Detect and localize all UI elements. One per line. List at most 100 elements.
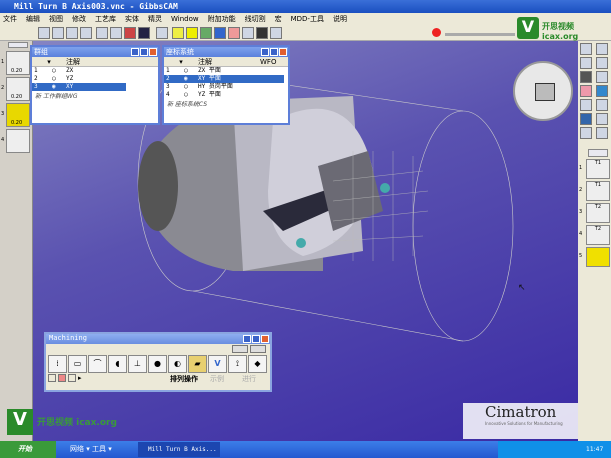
- save-icon[interactable]: [243, 335, 251, 343]
- option2-icon[interactable]: [58, 374, 66, 382]
- solid2-icon[interactable]: [186, 27, 198, 39]
- process-slot-4[interactable]: [6, 129, 30, 153]
- process-slot-1[interactable]: 0.20: [6, 51, 30, 75]
- column-annotation[interactable]: 注解: [66, 57, 80, 66]
- process-slot-3[interactable]: 0.20: [6, 103, 30, 127]
- marker-icon[interactable]: [580, 113, 592, 125]
- tool-path-icon[interactable]: ⊥: [128, 355, 147, 373]
- menu-modify[interactable]: 修改: [72, 13, 86, 25]
- operation-slot-2[interactable]: T1: [586, 181, 610, 201]
- pocket-icon[interactable]: ▰: [188, 355, 207, 373]
- collapse-icon[interactable]: [232, 345, 248, 353]
- cube-shaded-icon[interactable]: [80, 27, 92, 39]
- surface-mill-icon[interactable]: ◐: [168, 355, 187, 373]
- drill-icon[interactable]: ⁞: [48, 355, 67, 373]
- point-icon[interactable]: [96, 27, 108, 39]
- list-item[interactable]: 4 ◯ YZ 平面: [164, 91, 288, 99]
- machine-icon[interactable]: [256, 27, 268, 39]
- pointer-icon[interactable]: [242, 27, 254, 39]
- render-icon[interactable]: [596, 113, 608, 125]
- view-a-icon[interactable]: [52, 27, 64, 39]
- thread-icon[interactable]: ●: [148, 355, 167, 373]
- roughing-icon[interactable]: ⌒: [88, 355, 107, 373]
- v-icon[interactable]: V: [208, 355, 227, 373]
- operation-slot-5[interactable]: [586, 247, 610, 267]
- solid3-icon[interactable]: [200, 27, 212, 39]
- save-icon[interactable]: [131, 48, 139, 56]
- list-item[interactable]: 1 ◯ ZX: [32, 67, 158, 75]
- operation-slot-3[interactable]: T2: [586, 203, 610, 223]
- menu-wizard[interactable]: 精灵: [148, 13, 162, 25]
- close-button[interactable]: [261, 335, 269, 343]
- solid-icon[interactable]: [172, 27, 184, 39]
- cube-icon[interactable]: [596, 99, 608, 111]
- list-item-selected[interactable]: 2 ◉ XY 平面: [164, 75, 284, 83]
- option1-icon[interactable]: [48, 374, 56, 382]
- curve-icon[interactable]: [596, 57, 608, 69]
- quicklaunch-menus[interactable]: 网络 ▾ 工具 ▾: [70, 441, 112, 458]
- list-item[interactable]: 3 ◯ HY 员岗平面: [164, 83, 288, 91]
- start-button[interactable]: 开始: [0, 441, 56, 458]
- new-icon[interactable]: [580, 43, 592, 55]
- minimize-button[interactable]: [270, 48, 278, 56]
- list-item[interactable]: 1 ◯ ZX 平面: [164, 67, 288, 75]
- menu-window[interactable]: Window: [171, 13, 199, 25]
- groups-window[interactable]: 群组 ▾ 注解 1 ◯ ZX 2 ◯ YZ 3 ◉ XY 新 工作群组WG: [30, 45, 160, 125]
- sort-icon[interactable]: ▾: [164, 57, 198, 66]
- close-button[interactable]: [279, 48, 287, 56]
- menu-macro[interactable]: 宏: [275, 13, 282, 25]
- column-annotation[interactable]: 注解: [198, 57, 260, 66]
- operation-slot-1[interactable]: T1: [586, 159, 610, 179]
- menu-solid[interactable]: 实体: [125, 13, 139, 25]
- operation-slot-4[interactable]: T2: [586, 225, 610, 245]
- stop-icon[interactable]: [432, 28, 441, 37]
- list-item-selected[interactable]: 3 ◉ XY: [32, 83, 126, 91]
- copy-icon[interactable]: [596, 43, 608, 55]
- menu-edit[interactable]: 编辑: [26, 13, 40, 25]
- new-group-item[interactable]: 新 工作群组WG: [32, 91, 158, 100]
- scroll-up-button[interactable]: [588, 149, 608, 157]
- axis-icon[interactable]: [596, 71, 608, 83]
- menu-process-lib[interactable]: 工艺库: [95, 13, 116, 25]
- menu-help[interactable]: 说明: [333, 13, 347, 25]
- cube-wire-icon[interactable]: [66, 27, 78, 39]
- taskbar-window-button[interactable]: Mill Turn B Axis...: [138, 442, 220, 457]
- scroll-up-button[interactable]: [8, 42, 28, 48]
- select-icon[interactable]: [580, 57, 592, 69]
- menu-file[interactable]: 文件: [3, 13, 17, 25]
- color-icon[interactable]: [124, 27, 136, 39]
- new-cs-item[interactable]: 新 座标系统CS: [164, 99, 288, 108]
- list-item[interactable]: 2 ◯ YZ: [32, 75, 158, 83]
- doc-icon[interactable]: [250, 345, 266, 353]
- expand-arrow-icon[interactable]: ▸: [78, 374, 82, 382]
- stock-icon[interactable]: [580, 85, 592, 97]
- render-icon[interactable]: [138, 27, 150, 39]
- toggle-icon[interactable]: [156, 27, 168, 39]
- column-wfo[interactable]: WFO: [260, 57, 276, 66]
- glasses-icon[interactable]: [580, 99, 592, 111]
- surface-icon[interactable]: [596, 85, 608, 97]
- grid-icon[interactable]: [110, 27, 122, 39]
- option3-icon[interactable]: [68, 374, 76, 382]
- tool-icon[interactable]: [214, 27, 226, 39]
- menu-view[interactable]: 视图: [49, 13, 63, 25]
- view-cube-wheel[interactable]: [513, 61, 573, 121]
- menu-wire-edm[interactable]: 线切割: [245, 13, 266, 25]
- coordinate-system-window[interactable]: 座标系统 ▾ 注解 WFO 1 ◯ ZX 平面 2 ◉ XY 平面 3 ◯ HY 员岗平面 4 ◯…: [162, 45, 290, 125]
- sort-icon[interactable]: ▾: [32, 57, 66, 66]
- reorder-ops-button[interactable]: 排列操作: [170, 374, 198, 384]
- save-icon[interactable]: [261, 48, 269, 56]
- view-box-icon[interactable]: [38, 27, 50, 39]
- finish-icon[interactable]: ◖: [108, 355, 127, 373]
- minimize-button[interactable]: [140, 48, 148, 56]
- layout-icon[interactable]: [580, 127, 592, 139]
- help-icon[interactable]: [270, 27, 282, 39]
- tool-holder-icon[interactable]: [580, 71, 592, 83]
- menu-plugins[interactable]: 附加功能: [208, 13, 236, 25]
- box-view-icon[interactable]: [535, 83, 555, 101]
- example-button[interactable]: 示例: [210, 374, 224, 384]
- stock-icon[interactable]: [228, 27, 240, 39]
- bracket-icon[interactable]: [596, 127, 608, 139]
- process-slot-2[interactable]: 0.20: [6, 77, 30, 101]
- solid-mill-icon[interactable]: ◆: [248, 355, 267, 373]
